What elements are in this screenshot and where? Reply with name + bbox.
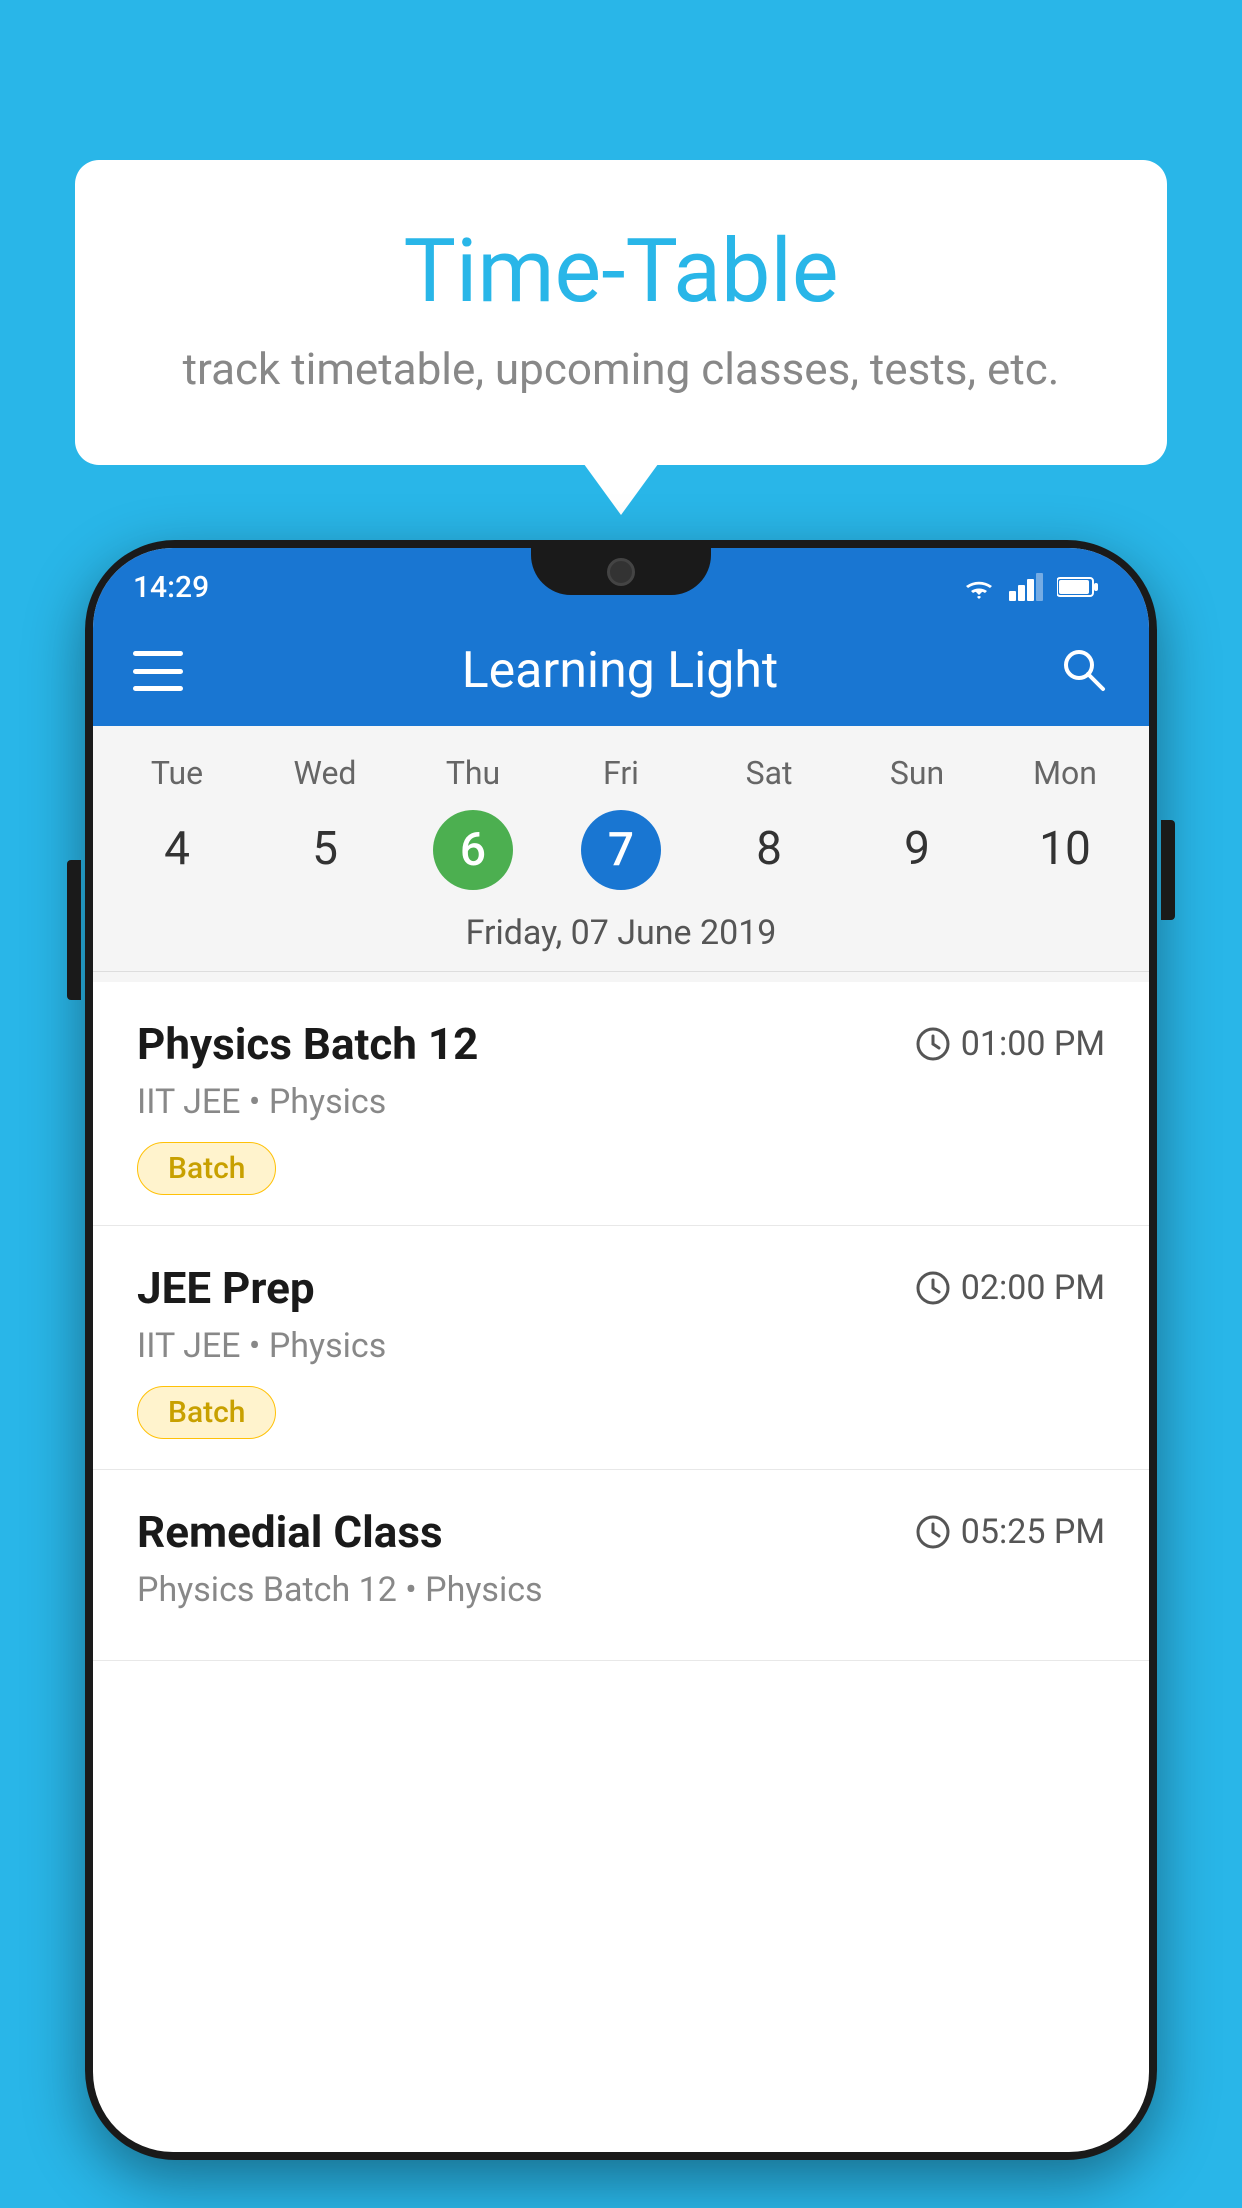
day-name-sat[interactable]: Sat bbox=[695, 746, 843, 800]
class-time-1: 01:00 PM bbox=[915, 1024, 1105, 1064]
calendar-strip: Tue Wed Thu Fri Sat Sun Mon 4 5 6 7 8 9 … bbox=[93, 726, 1149, 982]
class-name-1: Physics Batch 12 bbox=[137, 1018, 478, 1070]
bubble-subtitle: track timetable, upcoming classes, tests… bbox=[155, 343, 1087, 395]
class-header-3: Remedial Class 05:25 PM bbox=[137, 1506, 1105, 1558]
day-8[interactable]: 8 bbox=[695, 810, 843, 890]
wifi-icon bbox=[961, 573, 997, 601]
class-subtitle-1: IIT JEE • Physics bbox=[137, 1082, 1105, 1122]
menu-icon[interactable] bbox=[133, 651, 183, 691]
day-6-today[interactable]: 6 bbox=[433, 810, 513, 890]
day-10[interactable]: 10 bbox=[991, 810, 1139, 890]
app-title: Learning Light bbox=[183, 642, 1057, 700]
day-name-wed[interactable]: Wed bbox=[251, 746, 399, 800]
day-4[interactable]: 4 bbox=[103, 810, 251, 890]
day-numbers: 4 5 6 7 8 9 10 bbox=[93, 800, 1149, 905]
class-name-3: Remedial Class bbox=[137, 1506, 443, 1558]
day-name-tue[interactable]: Tue bbox=[103, 746, 251, 800]
class-time-3: 05:25 PM bbox=[915, 1512, 1105, 1552]
day-name-sun[interactable]: Sun bbox=[843, 746, 991, 800]
status-icons bbox=[961, 573, 1099, 601]
phone-outer: 14:29 bbox=[85, 540, 1157, 2160]
status-time: 14:29 bbox=[133, 570, 209, 605]
clock-icon-3 bbox=[915, 1514, 951, 1550]
phone-screen: 14:29 bbox=[93, 548, 1149, 2152]
search-button[interactable] bbox=[1057, 643, 1109, 699]
batch-tag-1: Batch bbox=[137, 1142, 276, 1195]
clock-icon-2 bbox=[915, 1270, 951, 1306]
phone-mockup: 14:29 bbox=[85, 540, 1157, 2208]
class-subtitle-2: IIT JEE • Physics bbox=[137, 1326, 1105, 1366]
class-subtitle-3: Physics Batch 12 • Physics bbox=[137, 1570, 1105, 1610]
class-time-2: 02:00 PM bbox=[915, 1268, 1105, 1308]
battery-icon bbox=[1057, 575, 1099, 599]
batch-tag-2: Batch bbox=[137, 1386, 276, 1439]
class-item-2[interactable]: JEE Prep 02:00 PM IIT JEE • Physics Batc… bbox=[93, 1226, 1149, 1470]
phone-notch bbox=[531, 540, 711, 595]
day-7-selected[interactable]: 7 bbox=[581, 810, 661, 890]
day-headers: Tue Wed Thu Fri Sat Sun Mon bbox=[93, 746, 1149, 800]
day-5[interactable]: 5 bbox=[251, 810, 399, 890]
class-header-1: Physics Batch 12 01:00 PM bbox=[137, 1018, 1105, 1070]
class-list: Physics Batch 12 01:00 PM IIT JEE • Phys… bbox=[93, 982, 1149, 1661]
camera bbox=[607, 558, 635, 586]
day-name-thu[interactable]: Thu bbox=[399, 746, 547, 800]
selected-date: Friday, 07 June 2019 bbox=[93, 905, 1149, 972]
app-bar: Learning Light bbox=[93, 616, 1149, 726]
day-name-mon[interactable]: Mon bbox=[991, 746, 1139, 800]
day-9[interactable]: 9 bbox=[843, 810, 991, 890]
class-item-3[interactable]: Remedial Class 05:25 PM Physics Batch 12… bbox=[93, 1470, 1149, 1661]
class-header-2: JEE Prep 02:00 PM bbox=[137, 1262, 1105, 1314]
class-item-1[interactable]: Physics Batch 12 01:00 PM IIT JEE • Phys… bbox=[93, 982, 1149, 1226]
bubble-title: Time-Table bbox=[155, 220, 1087, 323]
speech-bubble-area: Time-Table track timetable, upcoming cla… bbox=[75, 160, 1167, 465]
clock-icon-1 bbox=[915, 1026, 951, 1062]
speech-bubble: Time-Table track timetable, upcoming cla… bbox=[75, 160, 1167, 465]
day-name-fri[interactable]: Fri bbox=[547, 746, 695, 800]
signal-icon bbox=[1009, 573, 1045, 601]
class-name-2: JEE Prep bbox=[137, 1262, 315, 1314]
